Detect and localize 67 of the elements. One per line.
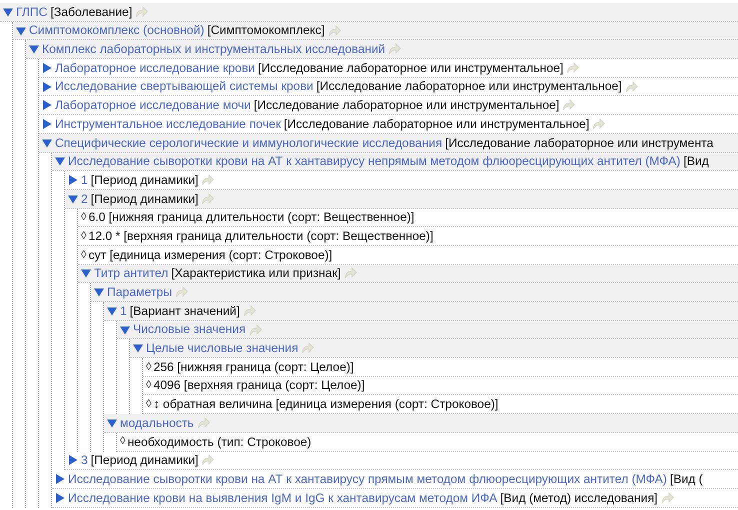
value-text: 12.0 * [верхняя граница длительности (сорт: Вещественное)] (88, 228, 434, 245)
node-link[interactable]: Исследование сыворотки крови на АТ к хантавирусу непрямым методом флюоресцирующих антител (МФА) (68, 152, 680, 170)
value-text: 256 [нижняя граница (сорт: Целое)] (153, 358, 354, 376)
node-type-label: [Исследование лабораторное или инструментальное] (316, 78, 622, 96)
collapse-triangle-icon[interactable] (29, 44, 39, 54)
node-link[interactable]: Исследование сыворотки крови на АТ к хантавирусу прямым методом флюоресцирующих антител (МФА) (68, 470, 667, 488)
node-type-label: [Заболевание] (50, 4, 132, 21)
node-type-label: [Симптомокомплекс] (207, 22, 325, 40)
diamond-marker: ◊ (81, 210, 86, 226)
value-text: необходимость (тип: Строковое) (127, 434, 312, 451)
node-link[interactable]: Лабораторное исследование крови (55, 58, 255, 78)
node-link[interactable]: 2 (81, 190, 88, 208)
diamond-marker: ◊ (146, 360, 152, 375)
diamond-marker: ◊ (120, 434, 126, 450)
diamond-marker: ◊ (146, 397, 152, 412)
expand-triangle-icon[interactable] (55, 474, 65, 484)
collapse-triangle-icon[interactable] (107, 418, 117, 428)
value-text: 6.0 [нижняя граница длительности (сорт: Вещественное)] (88, 209, 414, 226)
expand-triangle-icon[interactable] (42, 82, 52, 92)
collapse-triangle-icon[interactable] (133, 343, 143, 354)
node-link[interactable]: Исследование крови на выявления IgM и IgG к хантавирусам методом ИФА (68, 488, 498, 507)
expand-triangle-icon[interactable] (68, 175, 78, 186)
expand-triangle-icon[interactable] (42, 62, 52, 73)
collapse-triangle-icon[interactable] (3, 6, 13, 17)
expand-triangle-icon[interactable] (42, 118, 52, 129)
expand-triangle-icon[interactable] (42, 100, 52, 110)
node-type-label: [Период динамики] (90, 190, 198, 208)
value-text: сут [единица измерения (сорт: Строковое)] (88, 246, 332, 264)
node-link[interactable]: Специфические серологические и иммунологические исследования (55, 134, 442, 152)
node-type-label: [Вид (метод) исследования] (500, 490, 658, 507)
node-type-label: [Исследование лабораторное или инструментальное] (254, 97, 560, 114)
collapse-triangle-icon[interactable] (55, 156, 65, 166)
node-link[interactable]: Симптомокомплекс (основной) (29, 21, 204, 40)
node-type-label: [Характеристика или признак] (171, 265, 341, 282)
node-link[interactable]: Лабораторное исследование мочи (55, 96, 251, 114)
node-link[interactable]: ГЛПС (16, 2, 48, 21)
node-link[interactable]: Титр антител (94, 264, 168, 283)
node-link[interactable]: Числовые значения (133, 320, 246, 339)
node-link[interactable]: Инструментальное исследование почек (55, 114, 281, 134)
collapse-triangle-icon[interactable] (68, 194, 78, 204)
node-type-label: [Период динамики] (90, 452, 198, 470)
value-text: 4096 [верхняя граница (сорт: Целое)] (153, 377, 365, 394)
collapse-triangle-icon[interactable] (120, 324, 130, 335)
collapse-triangle-icon[interactable] (94, 287, 104, 298)
diamond-marker: ◊ (81, 248, 86, 263)
collapse-triangle-icon[interactable] (42, 138, 52, 148)
node-link[interactable]: 1 (81, 170, 88, 190)
collapse-triangle-icon[interactable] (107, 306, 117, 316)
node-type-label: [Вариант значений] (130, 302, 240, 320)
diamond-marker: ◊ (146, 378, 152, 394)
node-link[interactable]: Параметры (107, 283, 172, 302)
node-type-label: [Исследование лабораторное или инструмента (445, 134, 714, 152)
node-type-label: [Исследование лабораторное или инструментальное] (258, 60, 564, 77)
collapse-triangle-icon[interactable] (81, 268, 91, 278)
node-type-label: [Исследование лабораторное или инструментальное] (284, 116, 590, 133)
expand-triangle-icon[interactable] (55, 492, 65, 503)
diamond-marker: ◊ (81, 228, 86, 244)
node-link[interactable]: модальность (120, 414, 194, 432)
node-link[interactable]: 1 (120, 302, 127, 320)
node-link[interactable]: 3 (81, 451, 88, 470)
node-type-label: [Вид ( (670, 470, 703, 488)
collapse-triangle-icon[interactable] (16, 26, 26, 36)
node-link[interactable]: Исследование свертывающей системы крови (55, 77, 314, 96)
node-type-label: [Период динамики] (90, 172, 198, 189)
node-type-label: [Вид (683, 153, 709, 170)
value-text: ↕ обратная величина [единица измерения (сорт: Строковое)] (153, 396, 498, 414)
expand-triangle-icon[interactable] (68, 455, 78, 466)
